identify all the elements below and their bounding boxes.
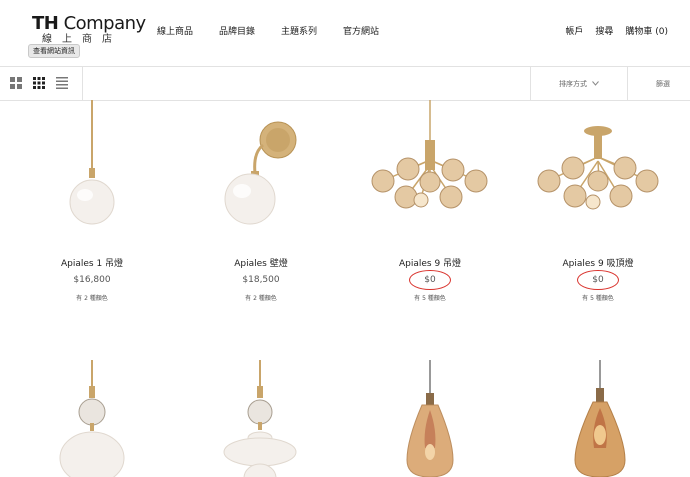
nav-item-brands[interactable]: 品牌目錄 (219, 24, 255, 37)
filter-button[interactable]: 篩選 (656, 79, 670, 89)
product-card[interactable]: Apiales 壁燈 $18,500 有 2 種顏色 (196, 256, 326, 302)
product-color-count: 有 5 種顏色 (414, 295, 446, 302)
grid-large-icon[interactable] (10, 77, 22, 89)
sort-dropdown[interactable]: 排序方式 (530, 67, 628, 100)
utility-nav: 帳戶 搜尋 購物車 (0) (565, 24, 668, 37)
price-highlight-circle (409, 270, 451, 290)
site-info-tooltip: 查看網站資訊 (28, 44, 80, 58)
product-image-pendant-disc[interactable] (220, 360, 300, 477)
cart-link[interactable]: 購物車 (0) (625, 24, 668, 37)
nav-item-collections[interactable]: 主題系列 (281, 24, 317, 37)
collection-toolbar: 排序方式 篩選 (0, 67, 690, 101)
nav-item-products[interactable]: 線上商品 (157, 24, 193, 37)
product-card[interactable]: Apiales 1 吊燈 $16,800 有 2 種顏色 (27, 256, 157, 302)
product-image-pendant-glass-crystal[interactable] (55, 360, 130, 477)
logo-bold-text: TH (32, 13, 59, 34)
grid-small-icon[interactable] (33, 77, 45, 89)
product-price: $16,800 (73, 275, 111, 285)
logo-text: Company (58, 13, 147, 34)
view-toggle (10, 77, 68, 89)
product-image-pendant-amber-large[interactable] (565, 360, 635, 477)
product-image-apiales-9-pendant[interactable] (365, 100, 495, 220)
site-header: TH Company 線上商店 查看網站資訊 線上商品 品牌目錄 主題系列 官方… (0, 0, 690, 67)
sort-label: 排序方式 (559, 79, 587, 88)
product-price: $18,500 (242, 275, 280, 285)
product-name[interactable]: Apiales 9 吊燈 (365, 256, 495, 269)
product-image-apiales-9-ceiling[interactable] (533, 125, 663, 220)
product-name[interactable]: Apiales 壁燈 (196, 256, 326, 269)
nav-item-official-site[interactable]: 官方網站 (343, 24, 379, 37)
site-logo[interactable]: TH Company 線上商店 (32, 14, 146, 46)
product-image-apiales-wall[interactable] (215, 115, 305, 230)
product-image-apiales-1[interactable] (55, 100, 130, 230)
list-view-icon[interactable] (56, 77, 68, 89)
chevron-down-icon (592, 81, 599, 86)
product-color-count: 有 2 種顏色 (245, 295, 277, 302)
product-color-count: 有 2 種顏色 (76, 295, 108, 302)
product-image-pendant-amber-small[interactable] (395, 360, 465, 477)
main-nav: 線上商品 品牌目錄 主題系列 官方網站 (157, 24, 379, 37)
product-color-count: 有 5 種顏色 (582, 295, 614, 302)
account-link[interactable]: 帳戶 (565, 24, 583, 37)
toolbar-divider (82, 67, 83, 100)
product-name[interactable]: Apiales 9 吸頂燈 (533, 256, 663, 269)
price-highlight-circle (577, 270, 619, 290)
search-link[interactable]: 搜尋 (595, 24, 613, 37)
product-name[interactable]: Apiales 1 吊燈 (27, 256, 157, 269)
